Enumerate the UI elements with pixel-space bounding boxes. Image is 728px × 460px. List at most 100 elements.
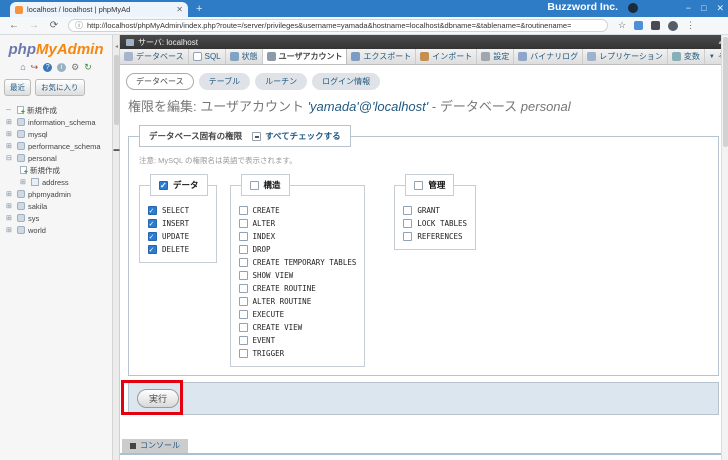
tree-item-information-schema[interactable]: ⊞ information_schema xyxy=(0,116,112,128)
priv-show-view-checkbox[interactable] xyxy=(238,271,248,280)
privilege-row[interactable]: ALTER xyxy=(238,217,357,230)
browser-tab[interactable]: localhost / localhost | phpMyAd ✕ xyxy=(10,2,188,17)
expand-icon[interactable]: ⊞ xyxy=(6,190,14,198)
resize-handle-icon[interactable]: ▬ xyxy=(113,147,120,153)
priv-update-checkbox[interactable] xyxy=(148,232,157,241)
priv-select-checkbox[interactable] xyxy=(148,206,157,215)
tab-replication[interactable]: レプリケーション xyxy=(583,49,668,64)
priv-execute-checkbox[interactable] xyxy=(238,310,248,319)
expand-icon[interactable]: ⊞ xyxy=(6,118,14,126)
tab-sql[interactable]: SQL xyxy=(189,49,226,64)
check-all-control[interactable]: すべてチェックする xyxy=(252,130,341,142)
tree-item-new-database[interactable]: ─新規作成 xyxy=(0,104,112,117)
collapse-panel-icon[interactable]: ◂ xyxy=(113,43,120,50)
priv-lock-tables-checkbox[interactable] xyxy=(403,219,413,228)
close-button[interactable]: ✕ xyxy=(716,3,724,14)
favorites-button[interactable]: お気に入り xyxy=(35,79,85,96)
tab-export[interactable]: エクスポート xyxy=(347,49,417,64)
privilege-row[interactable]: CREATE TEMPORARY TABLES xyxy=(238,256,356,269)
priv-create-routine-checkbox[interactable] xyxy=(238,284,248,293)
privilege-row[interactable]: LOCK TABLES xyxy=(403,217,467,230)
tree-item-address-table[interactable]: ⊞ address xyxy=(0,176,112,188)
priv-alter-checkbox[interactable] xyxy=(238,219,248,228)
reload-navigation-icon[interactable]: ↻ xyxy=(84,62,92,72)
recent-button[interactable]: 最近 xyxy=(4,79,31,96)
reading-list-icon[interactable] xyxy=(634,21,644,30)
structure-group-legend[interactable]: 構造 xyxy=(240,174,290,196)
tree-item-world[interactable]: ⊞ world xyxy=(0,224,112,236)
tree-item-mysql[interactable]: ⊞ mysql xyxy=(0,128,112,140)
admin-group-legend[interactable]: 管理 xyxy=(405,174,455,196)
expand-icon[interactable]: ⊞ xyxy=(20,178,28,186)
settings-gear-icon[interactable]: ⚙ xyxy=(71,62,79,72)
logout-icon[interactable]: ↪ xyxy=(31,62,39,72)
privilege-row[interactable]: SHOW VIEW xyxy=(238,269,357,282)
priv-event-checkbox[interactable] xyxy=(238,336,248,345)
group-data-checkbox[interactable] xyxy=(159,180,168,190)
tree-item-phpmyadmin[interactable]: ⊞ phpmyadmin xyxy=(0,188,112,200)
privilege-row[interactable]: CREATE xyxy=(238,204,357,217)
priv-delete-checkbox[interactable] xyxy=(148,245,157,254)
tree-item-sys[interactable]: ⊞ sys xyxy=(0,212,112,224)
check-all-label[interactable]: すべてチェックする xyxy=(265,130,341,142)
minimize-button[interactable]: − xyxy=(686,3,691,13)
navigation-scrollbar[interactable]: ◂ ▬ xyxy=(113,35,120,460)
scrollbar-thumb[interactable] xyxy=(723,37,728,147)
subtab-routines[interactable]: ルーチン xyxy=(255,73,308,90)
privilege-row[interactable]: CREATE VIEW xyxy=(238,321,357,334)
tab-user-accounts[interactable]: ユーザアカウント xyxy=(262,49,348,64)
scrollbar-thumb[interactable] xyxy=(114,55,119,125)
back-icon[interactable]: ← xyxy=(8,20,20,31)
priv-insert-checkbox[interactable] xyxy=(148,219,157,228)
priv-index-checkbox[interactable] xyxy=(238,232,248,241)
priv-alter-routine-checkbox[interactable] xyxy=(238,297,248,306)
privilege-row[interactable]: DROP xyxy=(238,243,357,256)
tab-import[interactable]: インポート xyxy=(416,49,478,64)
maximize-button[interactable]: □ xyxy=(701,3,706,13)
phpmyadmin-logo[interactable]: phpMyAdmin xyxy=(0,41,112,58)
privilege-row[interactable]: TRIGGER xyxy=(238,347,357,360)
browser-menu-icon[interactable]: ⋮ xyxy=(686,20,695,31)
check-all-checkbox[interactable] xyxy=(252,131,262,141)
data-group-legend[interactable]: データ xyxy=(150,174,208,196)
tab-settings[interactable]: 設定 xyxy=(477,49,515,64)
privilege-row[interactable]: INSERT xyxy=(148,217,208,230)
privilege-row[interactable]: DELETE xyxy=(148,243,208,256)
address-bar[interactable]: ⓘ http://localhost/phpMyAdmin/index.php?… xyxy=(68,19,608,32)
page-info-icon[interactable]: ⓘ xyxy=(75,20,83,31)
new-tab-button[interactable]: + xyxy=(196,3,202,15)
tree-item-personal[interactable]: ⊟ personal xyxy=(0,152,112,164)
extensions-icon[interactable] xyxy=(651,21,661,30)
privilege-row[interactable]: EXECUTE xyxy=(238,308,357,321)
priv-create-view-checkbox[interactable] xyxy=(238,323,248,332)
tab-close-icon[interactable]: ✕ xyxy=(176,5,183,14)
privilege-row[interactable]: ALTER ROUTINE xyxy=(238,295,357,308)
home-icon[interactable]: ⌂ xyxy=(20,62,25,72)
privilege-row[interactable]: REFERENCES xyxy=(403,230,467,243)
subtab-login-information[interactable]: ログイン情報 xyxy=(312,73,381,90)
collapse-icon[interactable]: ⊟ xyxy=(6,154,14,162)
group-structure-checkbox[interactable] xyxy=(249,180,259,190)
subtab-database[interactable]: データベース xyxy=(126,73,194,90)
privilege-row[interactable]: SELECT xyxy=(148,204,208,217)
tree-item-performance-schema[interactable]: ⊞ performance_schema xyxy=(0,140,112,152)
priv-create-checkbox[interactable] xyxy=(238,206,248,215)
tab-status[interactable]: 状態 xyxy=(226,49,263,64)
expand-icon[interactable]: ⊞ xyxy=(6,226,14,234)
server-label[interactable]: サーバ: localhost xyxy=(138,37,198,48)
console-toggle[interactable]: コンソール xyxy=(122,439,188,453)
expand-icon[interactable]: ⊞ xyxy=(6,142,14,150)
priv-grant-checkbox[interactable] xyxy=(403,206,413,215)
privilege-row[interactable]: INDEX xyxy=(238,230,357,243)
priv-trigger-checkbox[interactable] xyxy=(238,349,248,358)
priv-drop-checkbox[interactable] xyxy=(238,245,248,254)
refresh-icon[interactable]: ⟳ xyxy=(48,20,60,31)
privilege-row[interactable]: GRANT xyxy=(403,204,467,217)
tab-variables[interactable]: 変数 xyxy=(668,49,705,64)
expand-icon[interactable]: ⊞ xyxy=(6,202,14,210)
priv-create-temporary-tables-checkbox[interactable] xyxy=(238,258,248,267)
tab-database[interactable]: データベース xyxy=(120,49,189,64)
privilege-row[interactable]: UPDATE xyxy=(148,230,208,243)
docs-icon[interactable]: i xyxy=(57,62,67,72)
expand-icon[interactable]: ⊞ xyxy=(6,214,14,222)
